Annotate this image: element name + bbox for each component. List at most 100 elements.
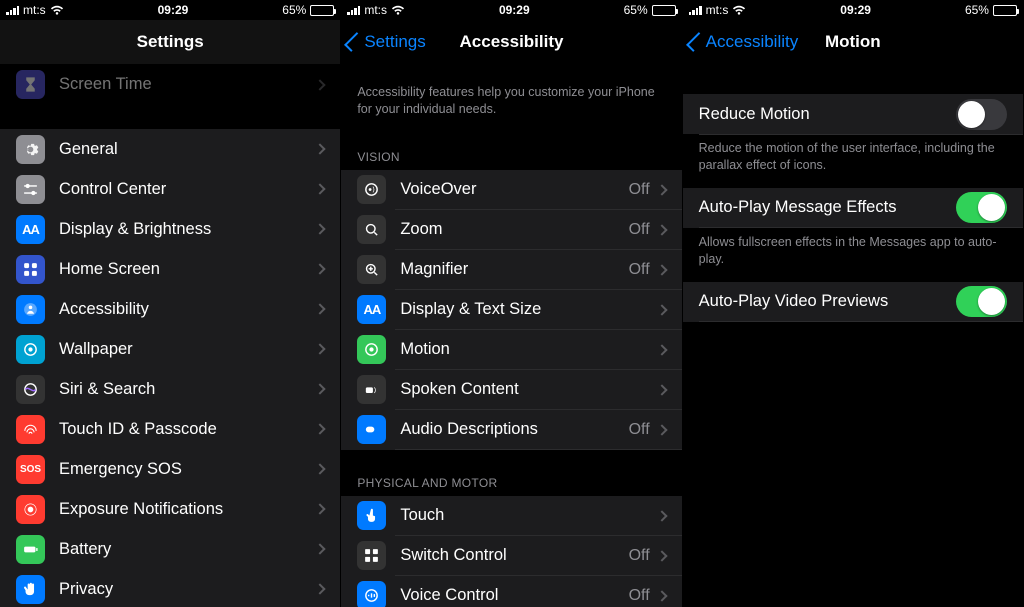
row-label: VoiceOver [400,180,628,199]
hand-icon [16,575,45,604]
row-siri-search[interactable]: Siri & Search [0,369,340,409]
row-motion[interactable]: Motion [341,330,681,370]
row-audio-descriptions[interactable]: Audio DescriptionsOff [341,410,681,450]
row-switch-control[interactable]: Switch ControlOff [341,536,681,576]
row-label: Touch ID & Passcode [59,420,316,439]
accessibility-panel: mt:s 09:29 65% Settings Accessibility Ac… [341,0,682,607]
AA-icon: AA [357,295,386,324]
hourglass-icon [16,70,45,99]
row-exposure-notifications[interactable]: Exposure Notifications [0,489,340,529]
row-general[interactable]: General [0,129,340,169]
row-label: Exposure Notifications [59,500,316,519]
magnify-icon [357,255,386,284]
chevron-right-icon [656,304,667,315]
row-screen-time[interactable]: Screen Time [0,64,340,111]
chevron-right-icon [315,183,326,194]
row-label: Magnifier [400,260,628,279]
row-privacy[interactable]: Privacy [0,569,340,607]
back-button[interactable]: Accessibility [691,20,799,64]
touch-icon [357,501,386,530]
clock: 09:29 [158,3,189,17]
battery-percent: 65% [624,3,648,17]
toggle-label: Reduce Motion [699,105,956,124]
toggle-row-reduce-motion: Reduce Motion [683,94,1023,134]
row-spoken-content[interactable]: Spoken Content [341,370,681,410]
toggle-row-auto-play-message-effects: Auto-Play Message Effects [683,188,1023,228]
nav-header: Accessibility Motion [683,20,1023,64]
battery-icon [16,535,45,564]
flower-icon [16,335,45,364]
row-battery[interactable]: Battery [0,529,340,569]
back-button[interactable]: Settings [349,20,425,64]
row-label: Display & Brightness [59,220,316,239]
row-label: Wallpaper [59,340,316,359]
audio-icon [357,415,386,444]
row-label: Display & Text Size [400,300,657,319]
row-label: Zoom [400,220,628,239]
voice-icon [357,581,386,607]
page-title: Settings [137,32,204,52]
speak-icon [357,375,386,404]
nav-header: Settings Accessibility [341,20,681,64]
row-label: Control Center [59,180,316,199]
row-touch[interactable]: Touch [341,496,681,536]
chevron-right-icon [656,184,667,195]
page-title: Accessibility [460,32,564,52]
carrier-label: mt:s [23,3,46,17]
battery-percent: 65% [965,3,989,17]
row-voice-control[interactable]: Voice ControlOff [341,576,681,607]
toggle-label: Auto-Play Video Previews [699,292,956,311]
row-magnifier[interactable]: MagnifierOff [341,250,681,290]
chevron-right-icon [656,424,667,435]
carrier-label: mt:s [364,3,387,17]
chevron-right-icon [315,463,326,474]
nav-header: Settings [0,20,340,64]
chevron-right-icon [656,550,667,561]
row-touch-id-passcode[interactable]: Touch ID & Passcode [0,409,340,449]
expose-icon [16,495,45,524]
row-voiceover[interactable]: VoiceOverOff [341,170,681,210]
row-display-brightness[interactable]: AADisplay & Brightness [0,209,340,249]
row-accessibility[interactable]: Accessibility [0,289,340,329]
chevron-right-icon [315,503,326,514]
row-zoom[interactable]: ZoomOff [341,210,681,250]
chevron-right-icon [315,583,326,594]
chevron-right-icon [656,510,667,521]
section-header-vision: VISION [341,132,681,170]
carrier-label: mt:s [706,3,729,17]
toggle-switch[interactable] [956,99,1007,130]
battery-percent: 65% [282,3,306,17]
toggle-footer: Allows fullscreen effects in the Message… [683,228,1023,282]
wifi-icon [391,5,405,15]
wifi-icon [732,5,746,15]
chevron-right-icon [315,343,326,354]
row-home-screen[interactable]: Home Screen [0,249,340,289]
motion-icon [357,335,386,364]
gear-icon [16,135,45,164]
signal-icon [689,5,702,15]
row-label: General [59,140,316,159]
chevron-right-icon [656,384,667,395]
clock: 09:29 [499,3,530,17]
row-display-text-size[interactable]: AA Display & Text Size [341,290,681,330]
sliders-icon [16,175,45,204]
row-value: Off [629,547,650,565]
toggle-switch[interactable] [956,192,1007,223]
chevron-right-icon [656,264,667,275]
toggle-row-auto-play-video-previews: Auto-Play Video Previews [683,282,1023,322]
battery-icon [310,5,334,16]
chevron-right-icon [656,344,667,355]
row-value: Off [629,587,650,605]
chevron-right-icon [315,303,326,314]
row-control-center[interactable]: Control Center [0,169,340,209]
chevron-right-icon [656,224,667,235]
toggle-switch[interactable] [956,286,1007,317]
row-wallpaper[interactable]: Wallpaper [0,329,340,369]
row-emergency-sos[interactable]: SOSEmergency SOS [0,449,340,489]
chevron-right-icon [315,423,326,434]
signal-icon [6,5,19,15]
switch-icon [357,541,386,570]
person-icon [16,295,45,324]
status-bar: mt:s 09:29 65% [0,0,340,20]
row-value: Off [629,261,650,279]
